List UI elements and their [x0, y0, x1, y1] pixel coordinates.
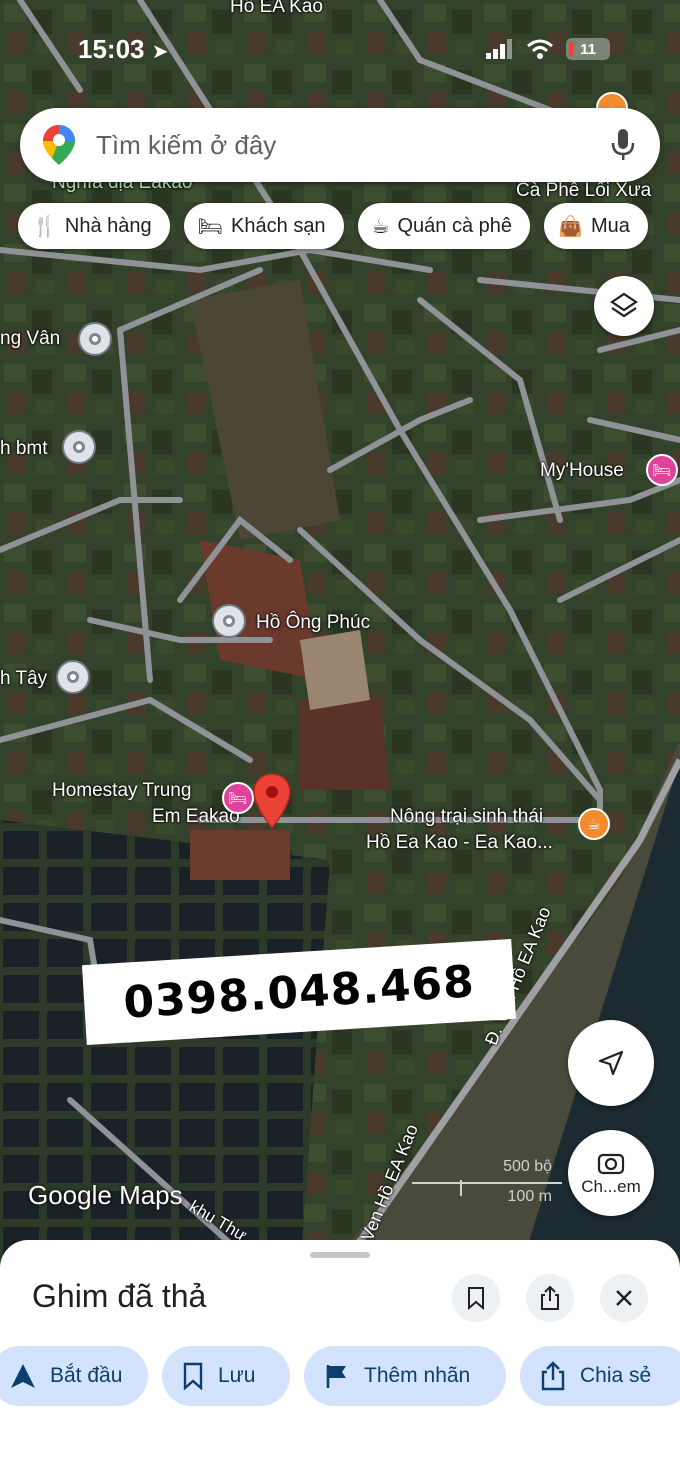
camera-search-button[interactable]: Ch...em: [568, 1130, 654, 1216]
phone-number-text: 0398.048.468: [121, 955, 477, 1029]
share-icon: [541, 1285, 559, 1310]
hotel-icon: 🛏: [197, 215, 224, 238]
dropped-pin-icon[interactable]: [252, 772, 292, 832]
hotel-pin-icon[interactable]: 🛏: [222, 782, 254, 814]
bookmark-icon: [468, 1287, 484, 1310]
restaurant-icon: 🍴: [32, 215, 57, 238]
signal-icon: [486, 39, 512, 59]
place-pin-icon[interactable]: [56, 660, 90, 694]
chip-coffee[interactable]: ☕ Quán cà phê: [357, 203, 531, 249]
search-bar[interactable]: Tìm kiếm ở đây: [20, 108, 660, 182]
map-label-top-road: Hồ EA Kao: [230, 0, 323, 17]
shopping-bag-icon: 👜: [558, 215, 583, 238]
sheet-title: Ghim đã thả: [32, 1278, 207, 1314]
coffee-icon: ☕: [371, 215, 390, 238]
scale-label-bottom: 100 m: [507, 1188, 552, 1205]
category-chips: 🍴 Nhà hàng 🛏 Khách sạn ☕ Quán cà phê 👜 M…: [18, 203, 648, 251]
search-input[interactable]: Tìm kiếm ở đây: [96, 130, 610, 161]
save-icon-button[interactable]: [452, 1274, 500, 1322]
chip-restaurants[interactable]: 🍴 Nhà hàng: [18, 203, 170, 249]
cafe-pin-icon[interactable]: ☕: [578, 808, 610, 840]
map-label-homestay-1[interactable]: Homestay Trung: [52, 780, 191, 802]
close-button[interactable]: [600, 1274, 648, 1322]
layers-button[interactable]: [594, 276, 654, 336]
hotel-pin-icon[interactable]: 🛏: [646, 454, 678, 486]
location-arrow-icon: ➤: [151, 41, 169, 63]
sheet-drag-handle[interactable]: [310, 1252, 370, 1258]
microphone-icon[interactable]: [610, 128, 636, 162]
share-button[interactable]: Chia sẻ: [520, 1346, 680, 1406]
map-label-ng-van[interactable]: ng Vân: [0, 328, 60, 350]
map-label-ho-ong-phuc[interactable]: Hồ Ông Phúc: [256, 612, 370, 634]
battery-icon: 11: [566, 38, 610, 60]
place-pin-icon[interactable]: [78, 322, 112, 356]
flag-icon: [324, 1363, 350, 1389]
close-icon: [616, 1290, 632, 1306]
map-label-nong-trai-1[interactable]: Nông trại sinh thái: [390, 806, 543, 828]
chip-shopping[interactable]: 👜 Mua: [544, 203, 648, 249]
share-icon-button[interactable]: [526, 1274, 574, 1322]
add-label-button[interactable]: Thêm nhãn: [304, 1346, 506, 1406]
place-pin-icon[interactable]: [62, 430, 96, 464]
layers-icon: [610, 292, 638, 318]
action-buttons-row: Bắt đầu Lưu Thêm nhãn Chia sẻ: [0, 1346, 680, 1408]
camera-icon: [597, 1153, 625, 1175]
map-label-nong-trai-2[interactable]: Hồ Ea Kao - Ea Kao...: [366, 832, 553, 854]
scale-label-top: 500 bộ: [503, 1158, 552, 1175]
map-label-ca-phe[interactable]: Cà Phê Lối Xưa: [516, 180, 651, 202]
wifi-icon: [527, 39, 553, 59]
save-button[interactable]: Lưu: [162, 1346, 290, 1406]
my-location-button[interactable]: [568, 1020, 654, 1106]
camera-search-label: Ch...em: [581, 1177, 641, 1196]
google-maps-logo: Google Maps: [28, 1180, 183, 1210]
bottom-sheet[interactable]: Ghim đã thả Bắt đầu Lưu Thêm nhãn Chia s…: [0, 1240, 680, 1472]
status-time: 15:03 ➤: [78, 34, 169, 64]
navigate-arrow-icon: [10, 1363, 36, 1389]
google-maps-pin-logo-icon: [43, 125, 75, 165]
share-icon: [540, 1361, 566, 1391]
navigation-arrow-icon: [598, 1050, 624, 1076]
map-scale: 500 bộ 100 m: [412, 1158, 562, 1208]
chip-hotels[interactable]: 🛏 Khách sạn: [183, 203, 344, 249]
map-label-my-house[interactable]: My'House: [540, 460, 624, 482]
bookmark-icon: [182, 1362, 204, 1390]
map-label-bmt[interactable]: h bmt: [0, 438, 48, 460]
status-bar: 15:03 ➤ 11: [0, 30, 680, 70]
place-pin-icon[interactable]: [212, 604, 246, 638]
start-button[interactable]: Bắt đầu: [0, 1346, 148, 1406]
map-label-tay[interactable]: h Tây: [0, 668, 47, 690]
